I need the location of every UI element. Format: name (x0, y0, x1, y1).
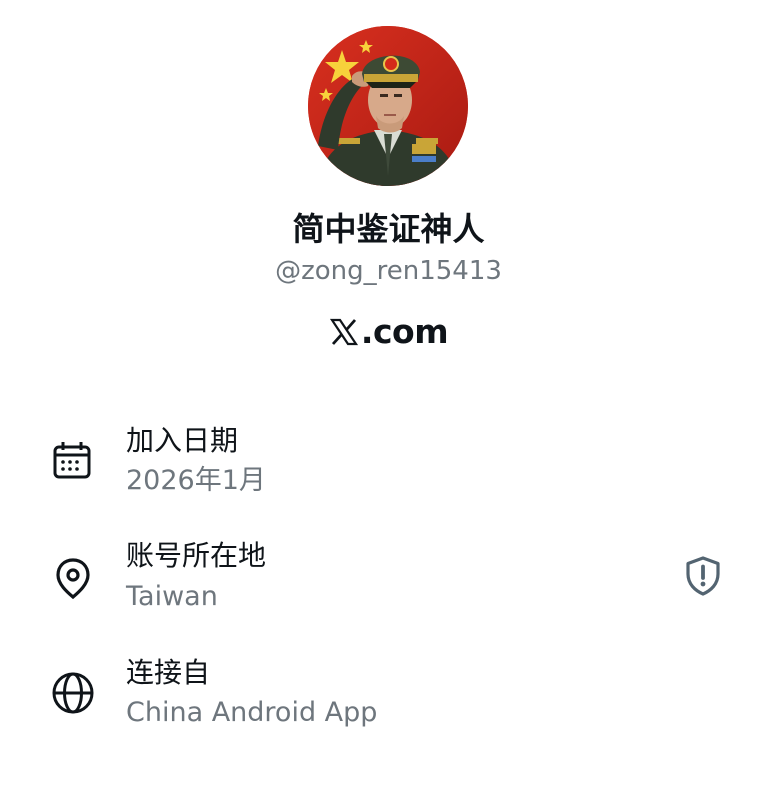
site-link-text: .com (360, 312, 449, 351)
location-pin-icon (56, 558, 90, 600)
joined-date-row: 加入日期 2026年1月 (0, 420, 777, 510)
account-location-label: 账号所在地 (126, 539, 267, 572)
site-link[interactable]: .com (0, 310, 777, 354)
shield-alert-icon[interactable] (682, 555, 724, 597)
connected-via-row: 连接自 China Android App (0, 652, 777, 742)
user-handle: @zong_ren15413 (275, 256, 502, 286)
connected-via-value: China Android App (126, 697, 378, 728)
joined-date-value: 2026年1月 (126, 465, 266, 496)
connected-via-label: 连接自 (126, 656, 211, 689)
account-location-row: 账号所在地 Taiwan (0, 535, 777, 625)
globe-icon (52, 672, 94, 714)
calendar-icon (53, 442, 91, 479)
account-location-value: Taiwan (126, 581, 218, 612)
avatar-image (308, 26, 468, 186)
x-logo-icon (329, 318, 358, 346)
joined-date-label: 加入日期 (126, 424, 239, 457)
avatar[interactable] (308, 26, 468, 186)
display-name: 简中鉴证神人 (292, 210, 485, 248)
